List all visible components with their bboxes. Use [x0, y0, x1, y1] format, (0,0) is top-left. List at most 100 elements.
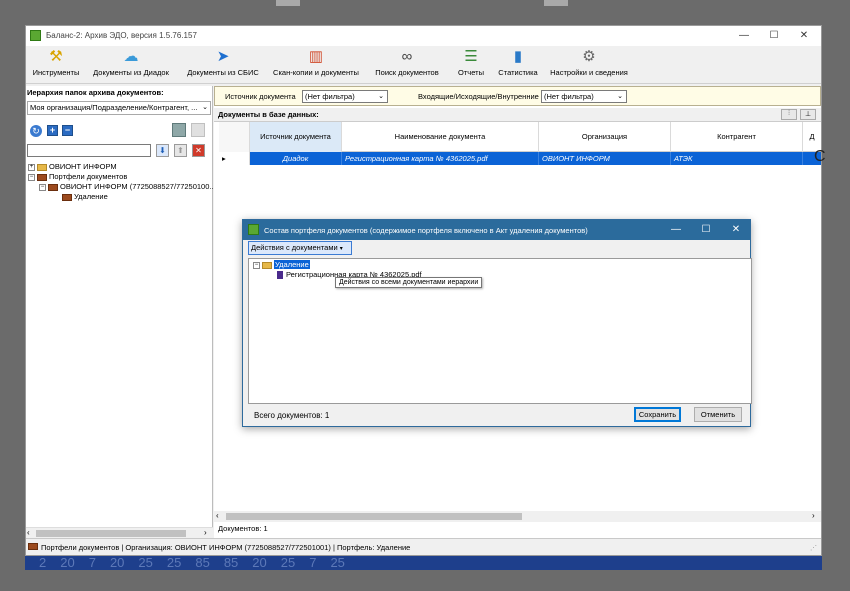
- pin-icon[interactable]: ⊥: [800, 109, 816, 120]
- cell-organization: ОВИОНТ ИНФОРМ: [539, 152, 671, 165]
- briefcase-icon: [48, 183, 58, 191]
- document-count-bar: Документов: 1: [214, 522, 821, 536]
- resize-grip-icon[interactable]: ⋰: [810, 544, 817, 552]
- expander-icon[interactable]: −: [253, 261, 260, 269]
- arrow-down-icon[interactable]: ⬇: [156, 144, 169, 157]
- scroll-left-icon[interactable]: ‹: [216, 511, 219, 520]
- portfolio-dialog: Состав портфеля документов (содержимое п…: [242, 219, 752, 427]
- hierarchy-header: Иерархия папок архива документов:: [27, 88, 164, 97]
- clear-icon[interactable]: ✕: [192, 144, 205, 157]
- toolbar-reports[interactable]: ☰ Отчеты: [454, 48, 488, 82]
- source-filter-select[interactable]: (Нет фильтра) ⌄: [302, 90, 388, 103]
- chevron-down-icon: ⌄: [617, 93, 623, 100]
- folder-icon: [262, 261, 272, 269]
- tree-node[interactable]: + ОВИОНТ ИНФОРМ: [28, 162, 212, 172]
- hierarchy-search-input[interactable]: [27, 144, 151, 157]
- toolbar-stats[interactable]: ▮ Статистика: [496, 48, 540, 82]
- scroll-right-icon[interactable]: ›: [204, 528, 207, 537]
- status-bar: Портфели документов | Организация: ОВИОН…: [26, 538, 821, 555]
- tree-node-root[interactable]: − Удаление: [253, 260, 310, 270]
- column-header-contractor[interactable]: Контрагент: [671, 122, 803, 152]
- hierarchy-mode-select[interactable]: Моя организация/Подразделение/Контрагент…: [27, 101, 211, 115]
- binders-icon: ▥: [308, 48, 324, 65]
- toolbar-label: Настройки и сведения: [550, 68, 628, 77]
- save-button[interactable]: Сохранить: [634, 407, 681, 422]
- filter-bar: Источник документа (Нет фильтра) ⌄ Входя…: [214, 86, 821, 106]
- briefcase-icon: [37, 173, 47, 181]
- documents-header: Документы в базе данных: ⫶ ⊥: [214, 108, 821, 122]
- table-row[interactable]: ▸ Диадок Регистрационная карта № 4362025…: [219, 152, 821, 165]
- folder-hierarchy-panel: Иерархия папок архива документов: Моя ор…: [26, 86, 216, 538]
- status-text: Портфели документов | Организация: ОВИОН…: [41, 543, 411, 552]
- expand-all-button[interactable]: +: [47, 125, 58, 136]
- maximize-button[interactable]: ☐: [761, 28, 787, 44]
- column-header-organization[interactable]: Организация: [539, 122, 671, 152]
- toolbar-label: Скан-копии и документы: [273, 68, 359, 77]
- chevron-down-icon: ▾: [339, 246, 343, 252]
- dialog-title: Состав портфеля документов (содержимое п…: [264, 226, 588, 235]
- toolbar-settings[interactable]: ⚙ Настройки и сведения: [546, 48, 632, 82]
- refresh-icon[interactable]: ↻: [30, 125, 42, 137]
- scroll-left-icon[interactable]: ‹: [27, 528, 30, 537]
- cell-contractor: АТЭК: [671, 152, 803, 165]
- tree-node[interactable]: − Портфели документов: [28, 172, 212, 182]
- grid-header: Источник документа Наименование документ…: [219, 122, 821, 152]
- column-header-name[interactable]: Наименование документа: [342, 122, 539, 152]
- dialog-footer: Всего документов: 1 Сохранить Отменить: [243, 404, 750, 426]
- expander-icon[interactable]: −: [39, 183, 46, 191]
- gear-icon: ⚙: [582, 48, 596, 65]
- document-actions-label: Действия с документами: [251, 243, 338, 252]
- document-actions-menu[interactable]: Действия с документами ▾: [248, 241, 352, 255]
- frame-notch-right: [544, 0, 568, 6]
- chevron-down-icon: ⌄: [378, 93, 384, 100]
- actions-tooltip: Действия со всеми документами иерархии: [335, 277, 483, 288]
- tools-icon: ⚒: [49, 48, 63, 65]
- minimize-button[interactable]: —: [731, 28, 757, 44]
- toolbar-label: Поиск документов: [375, 68, 439, 77]
- briefcase-icon: [62, 193, 72, 201]
- left-horizontal-scrollbar[interactable]: ‹ ›: [26, 527, 213, 538]
- dialog-close-button[interactable]: ✕: [723, 222, 749, 238]
- close-button[interactable]: ✕: [791, 28, 817, 44]
- expander-icon[interactable]: +: [28, 163, 35, 171]
- toolbar-diadoc[interactable]: ☁ Документы из Диадок: [88, 48, 174, 82]
- collapse-all-button[interactable]: −: [62, 125, 73, 136]
- toolbar-tools[interactable]: ⚒ Инструменты: [30, 48, 82, 82]
- direction-filter-value: (Нет фильтра): [544, 92, 594, 101]
- dialog-maximize-button[interactable]: ☐: [693, 222, 719, 238]
- folder-icon: [37, 163, 47, 171]
- scroll-right-icon[interactable]: ›: [812, 511, 815, 520]
- cell-name: Регистрационная карта № 4362025.pdf: [342, 152, 539, 165]
- column-header-source[interactable]: Источник документа: [250, 122, 342, 152]
- toolbar-label: Статистика: [498, 68, 538, 77]
- toolbar-sbis[interactable]: ➤ Документы из СБИС: [184, 48, 262, 82]
- filter-icon[interactable]: [172, 123, 186, 137]
- grid-horizontal-scrollbar[interactable]: ‹ ›: [214, 511, 821, 522]
- chevron-down-icon: ⌄: [202, 104, 208, 111]
- tree-node[interactable]: Удаление: [28, 192, 212, 202]
- document-count: Документов: 1: [218, 524, 268, 533]
- scroll-thumb[interactable]: [36, 530, 186, 537]
- hierarchy-mode-value: Моя организация/Подразделение/Контрагент…: [30, 103, 198, 112]
- toolbar-label: Инструменты: [32, 68, 80, 77]
- scroll-thumb[interactable]: [226, 513, 522, 520]
- row-indicator-icon: ▸: [219, 152, 250, 165]
- tree-node-label: Удаление: [274, 260, 310, 269]
- tree-node-label: Портфели документов: [49, 172, 128, 181]
- toolbar-search[interactable]: ∞ Поиск документов: [372, 48, 442, 82]
- dialog-minimize-button[interactable]: —: [663, 222, 689, 238]
- direction-filter-select[interactable]: (Нет фильтра) ⌄: [541, 90, 627, 103]
- cloud-icon: ☁: [123, 48, 139, 65]
- expander-icon[interactable]: −: [28, 173, 35, 181]
- arrow-up-icon[interactable]: ⬆: [174, 144, 187, 157]
- source-filter-value: (Нет фильтра): [305, 92, 355, 101]
- toolbar-scans[interactable]: ▥ Скан-копии и документы: [270, 48, 362, 82]
- document-icon: [277, 271, 283, 280]
- cell-source: Диадок: [250, 152, 342, 165]
- column-settings-icon[interactable]: ⫶: [781, 109, 797, 120]
- dialog-title-bar: Состав портфеля документов (содержимое п…: [243, 220, 750, 240]
- cancel-button[interactable]: Отменить: [694, 407, 742, 422]
- background-window-edge: С: [814, 148, 826, 165]
- tree-node[interactable]: − ОВИОНТ ИНФОРМ (7725088527/77250100...: [28, 182, 216, 192]
- frame-notch-left: [276, 0, 300, 6]
